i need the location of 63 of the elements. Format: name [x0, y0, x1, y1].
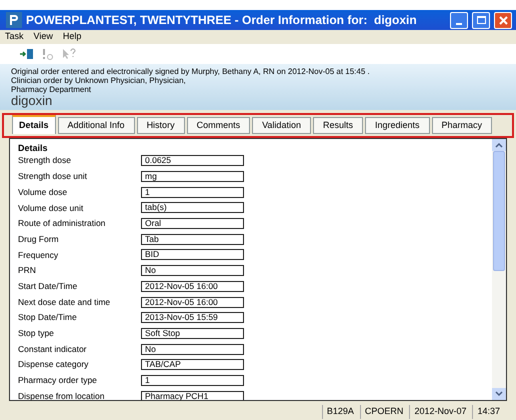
section-heading: Details: [18, 143, 49, 153]
order-info-text: Pharmacy Department: [11, 85, 92, 94]
menu-item[interactable]: View: [34, 30, 53, 44]
scrollbar[interactable]: [492, 139, 506, 400]
letter-p-logo: [9, 14, 19, 26]
field-label: Pharmacy order type: [18, 374, 98, 387]
field-label: Drug Form: [18, 232, 60, 246]
field-label: Strength dose unit: [18, 170, 88, 183]
field-label: Frequency: [18, 248, 60, 262]
maximize-button[interactable]: [472, 12, 490, 28]
menu-item[interactable]: Help: [62, 30, 82, 44]
exit-door-icon[interactable]: [20, 48, 34, 60]
value-field: tab(s): [141, 202, 244, 214]
alert-clock-icon[interactable]: [42, 48, 54, 60]
tab[interactable]: Validation: [252, 117, 311, 134]
tab[interactable]: Details: [12, 115, 56, 134]
minimize-button[interactable]: [450, 12, 468, 28]
value-field: 2012-Nov-05 16:00: [141, 280, 244, 292]
order-info-text: Original order entered and electronically signed by Murphy, Bethany A, RN on 2012-Nov-05 at 15:45 .: [11, 67, 371, 76]
value-field: 2012-Nov-05 16:00: [141, 296, 244, 308]
field-label: Dispense category: [18, 358, 90, 372]
scroll-down-icon[interactable]: [492, 388, 506, 400]
tab[interactable]: Ingredients: [364, 117, 430, 134]
field-label: Volume dose unit: [18, 202, 84, 214]
tab[interactable]: Pharmacy: [432, 117, 492, 134]
tab[interactable]: History: [136, 117, 185, 134]
menu-item[interactable]: Task: [5, 30, 24, 44]
field-label: Route of administration: [18, 217, 106, 230]
field-label: Stop Date/Time: [18, 311, 78, 324]
value-field: Tab: [141, 234, 244, 245]
window-title: POWERPLANTEST, TWENTYTHREE - Order Information for: digoxin: [26, 12, 418, 29]
value-field: mg: [141, 171, 244, 182]
scroll-up-icon[interactable]: [492, 139, 506, 151]
close-icon: [498, 16, 508, 24]
value-field: 1: [141, 186, 244, 198]
value-field: No: [141, 344, 244, 355]
value-field: TAB/CAP: [141, 359, 244, 370]
status-text: CPOERN: [360, 405, 404, 419]
field-label: Constant indicator: [18, 342, 88, 356]
field-label: Strength dose: [18, 154, 72, 168]
field-label: Start Date/Time: [18, 280, 78, 293]
tab[interactable]: Additional Info: [58, 117, 135, 134]
tab[interactable]: Comments: [186, 117, 250, 134]
help-pointer-icon[interactable]: [62, 48, 76, 60]
scroll-thumb[interactable]: [493, 151, 505, 270]
order-info-text: Clinician order by Unknown Physician, Physician,: [11, 76, 187, 85]
value-field: 0.0625: [141, 155, 244, 166]
drug-name: digoxin: [11, 94, 52, 108]
status-text: B129A: [322, 405, 354, 419]
value-field: No: [141, 265, 244, 276]
status-text: 14:37: [472, 405, 500, 419]
status-text: 2012-Nov-07: [409, 405, 466, 419]
value-field: BID: [141, 249, 244, 260]
field-label: Next dose date and time: [18, 296, 112, 308]
value-field: Oral: [141, 218, 244, 230]
value-field: Soft Stop: [141, 328, 244, 339]
tab[interactable]: Results: [312, 117, 363, 134]
field-label: Volume dose: [18, 186, 68, 199]
value-field: 1: [141, 374, 244, 386]
field-label: PRN: [18, 264, 37, 278]
value-field: 2013-Nov-05 15:59: [141, 312, 244, 324]
close-button[interactable]: [494, 12, 512, 28]
field-label: Stop type: [18, 327, 55, 340]
